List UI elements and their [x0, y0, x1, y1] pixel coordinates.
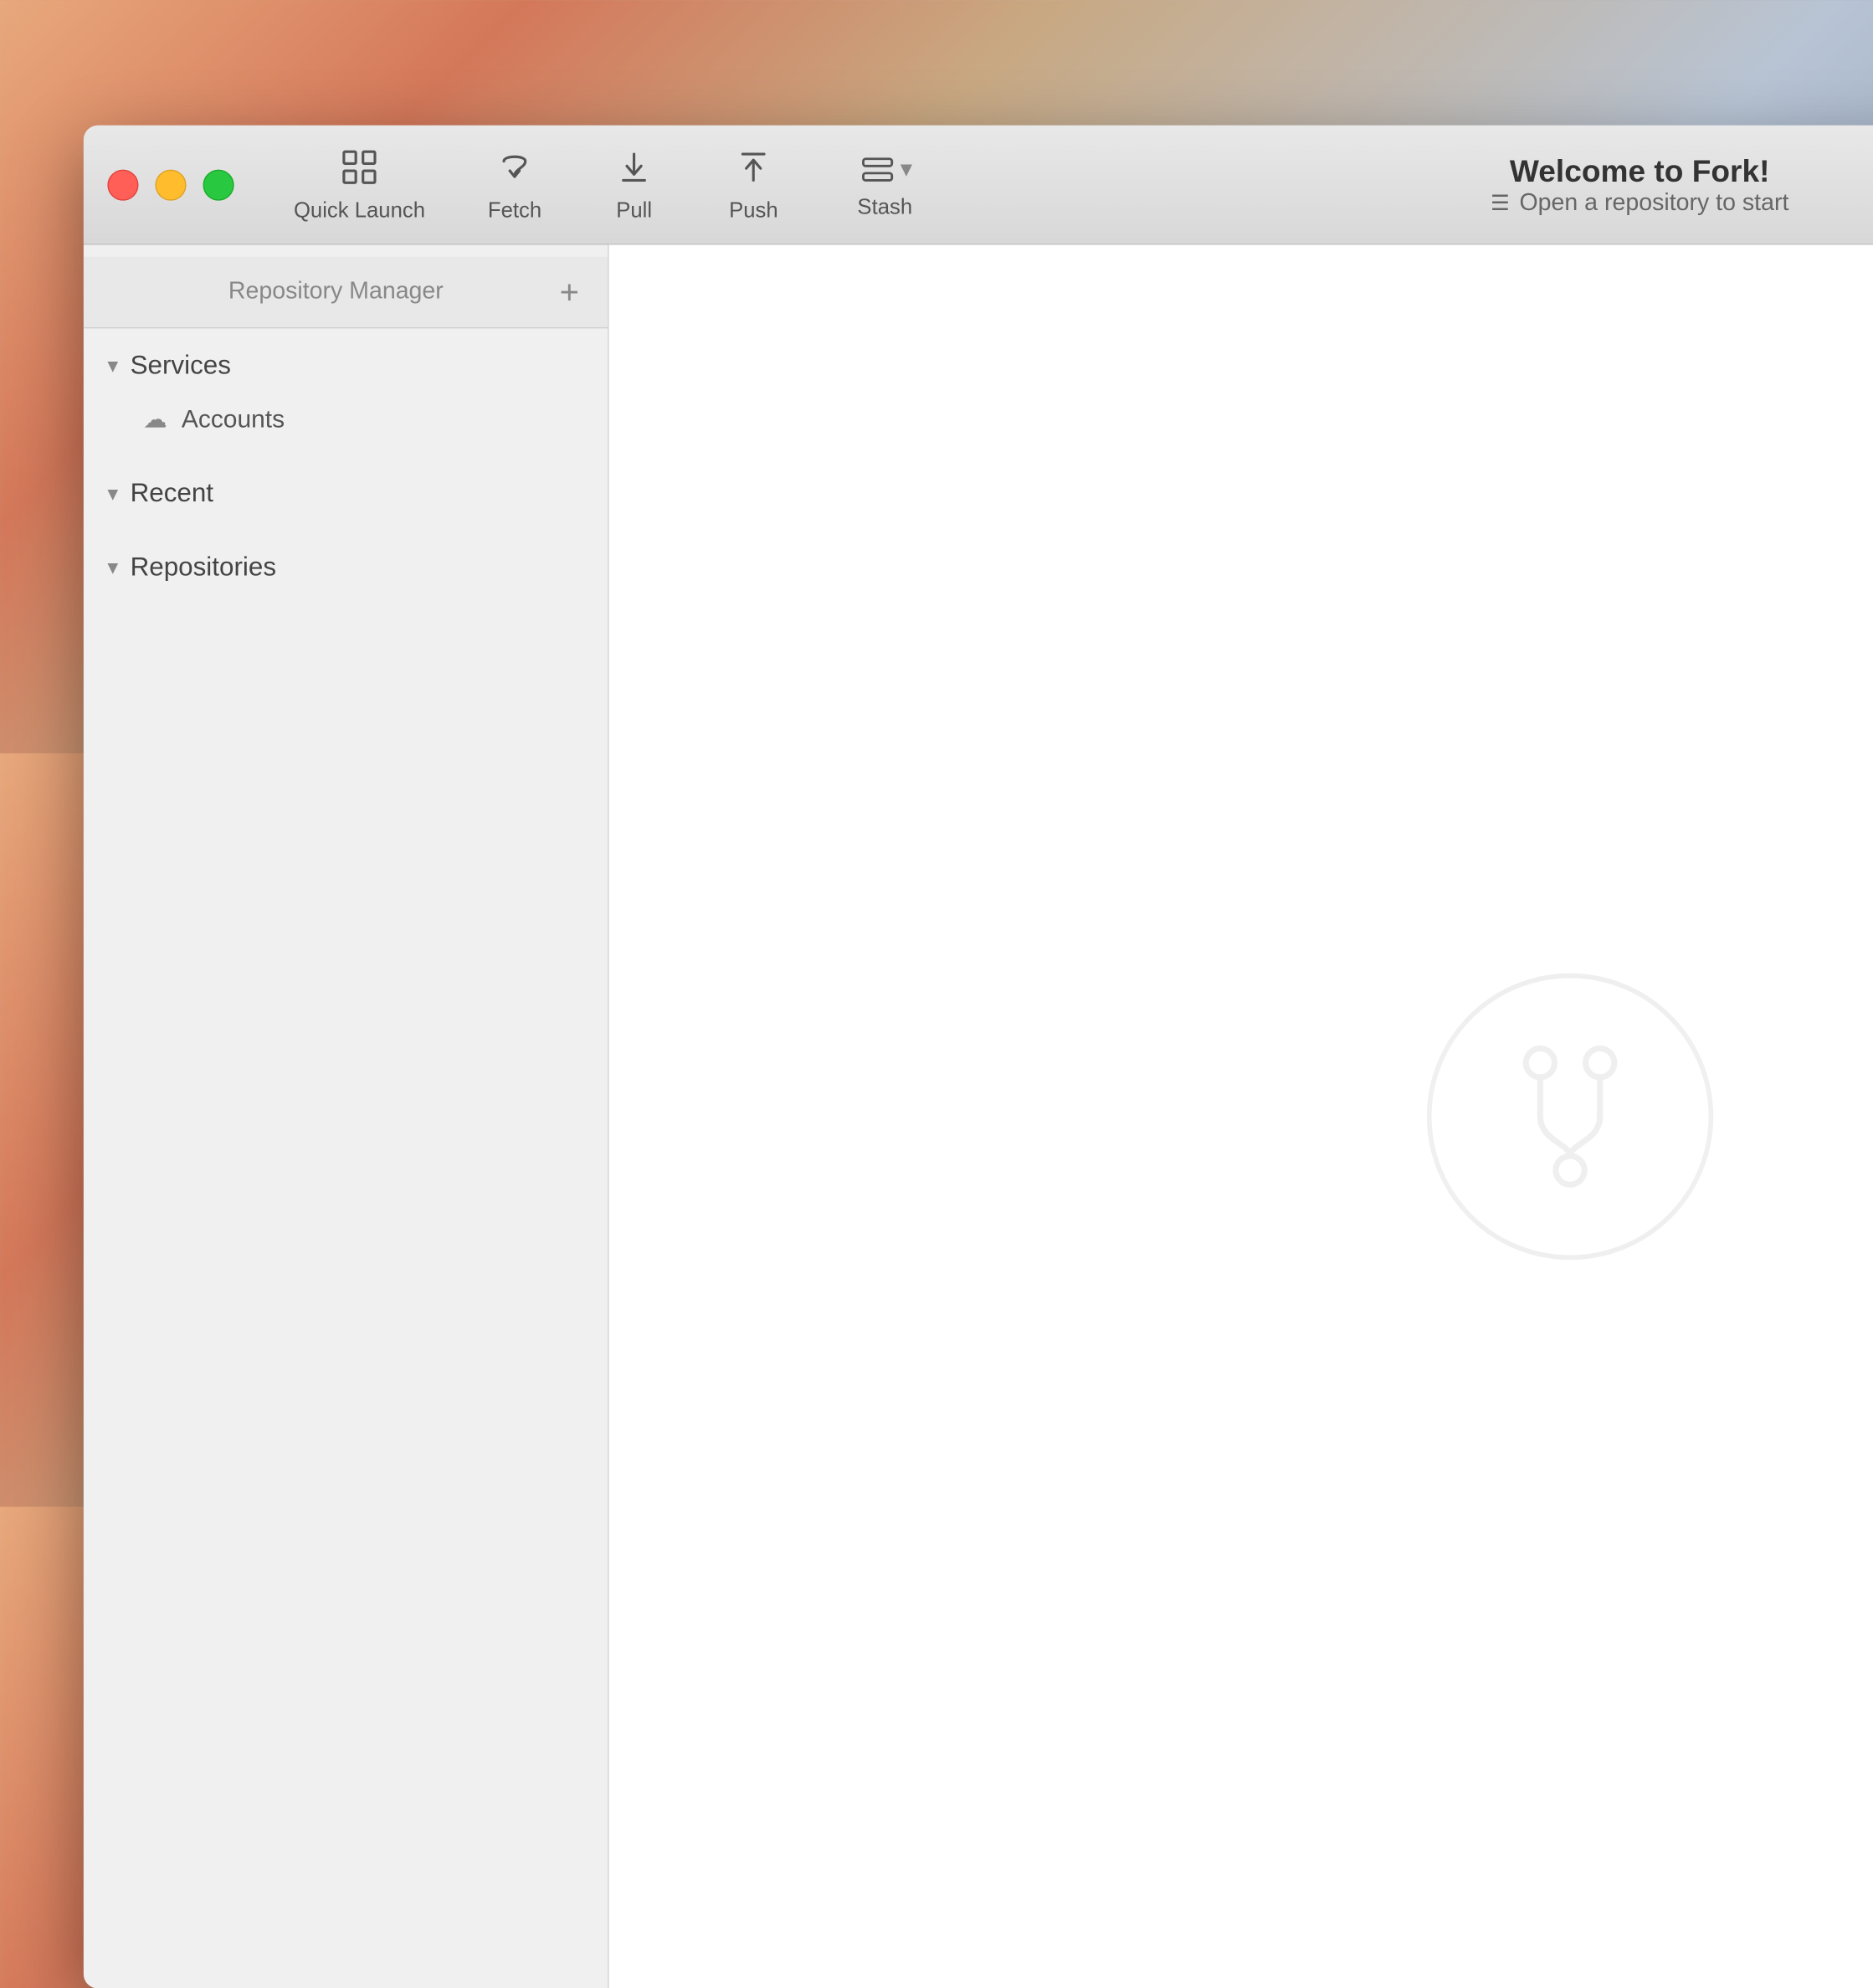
repo-manager-label: Repository Manager	[112, 278, 559, 306]
sidebar-section-services: ▾ Services ☁ Accounts	[84, 328, 608, 456]
repositories-label: Repositories	[131, 552, 276, 583]
fetch-button[interactable]: Fetch	[461, 136, 568, 232]
stash-label: Stash	[857, 195, 912, 220]
sidebar-section-repositories: ▾ Repositories	[84, 530, 608, 604]
sidebar-section-recent: ▾ Recent	[84, 456, 608, 530]
push-label: Push	[729, 198, 778, 223]
recent-header[interactable]: ▾ Recent	[84, 465, 608, 521]
recent-chevron-icon: ▾	[107, 480, 118, 506]
sidebar: Repository Manager + ▾ Services ☁ Accoun…	[84, 244, 609, 1988]
services-chevron-icon: ▾	[107, 353, 118, 378]
push-button[interactable]: Push	[700, 136, 807, 232]
stash-icon: ▾	[857, 149, 912, 190]
quick-launch-icon	[339, 146, 380, 193]
fetch-label: Fetch	[488, 198, 541, 223]
fork-watermark	[1427, 973, 1713, 1260]
recent-label: Recent	[131, 478, 213, 509]
welcome-subtitle-text: Open a repository to start	[1519, 189, 1788, 217]
sidebar-item-accounts[interactable]: ☁ Accounts	[84, 393, 608, 446]
main-content-area	[609, 244, 1873, 1988]
pull-label: Pull	[616, 198, 652, 223]
traffic-lights	[107, 169, 233, 200]
pull-button[interactable]: Pull	[580, 136, 687, 232]
welcome-subtitle: ☰ Open a repository to start	[1491, 189, 1788, 217]
fork-watermark-svg	[1505, 1039, 1636, 1194]
pull-icon	[613, 146, 654, 193]
close-button[interactable]	[107, 169, 138, 200]
accounts-label: Accounts	[182, 405, 285, 434]
cloud-icon: ☁	[143, 405, 167, 435]
quick-launch-button[interactable]: Quick Launch	[269, 136, 449, 232]
fetch-icon	[495, 146, 536, 193]
repositories-header[interactable]: ▾ Repositories	[84, 540, 608, 595]
repo-manager-bar: Repository Manager +	[84, 257, 608, 329]
menu-icon: ☰	[1491, 191, 1510, 216]
titlebar: Quick Launch Fetch	[84, 126, 1873, 245]
window-body: Repository Manager + ▾ Services ☁ Accoun…	[84, 244, 1873, 1988]
services-header[interactable]: ▾ Services	[84, 338, 608, 393]
minimize-button[interactable]	[155, 169, 186, 200]
services-label: Services	[131, 350, 231, 381]
add-repo-button[interactable]: +	[560, 273, 579, 311]
fork-circle-icon	[1427, 973, 1713, 1260]
fork-main-window: Quick Launch Fetch	[84, 126, 1873, 1988]
toolbar: Quick Launch Fetch	[269, 136, 1873, 232]
quick-launch-label: Quick Launch	[294, 198, 425, 223]
welcome-title: Welcome to Fork!	[1510, 152, 1770, 189]
fullscreen-button[interactable]	[203, 169, 234, 200]
push-icon	[733, 146, 774, 193]
toolbar-welcome: Welcome to Fork! ☰ Open a repository to …	[962, 152, 1873, 217]
repositories-chevron-icon: ▾	[107, 555, 118, 580]
stash-button[interactable]: ▾ Stash	[819, 140, 951, 229]
